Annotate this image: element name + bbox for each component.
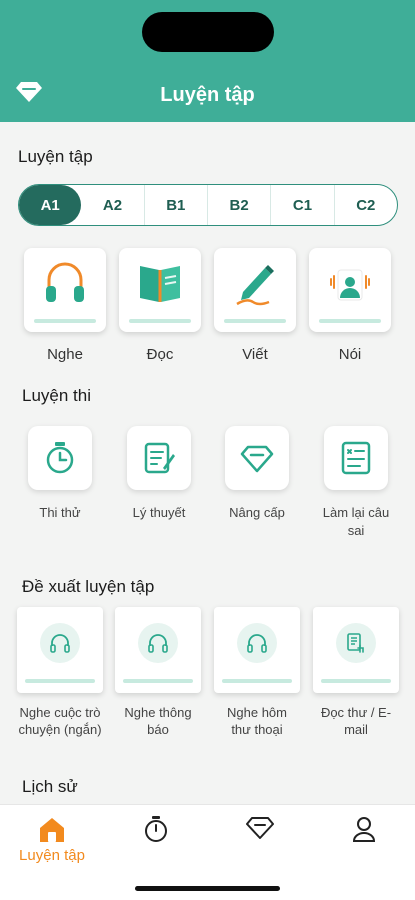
exam-label-retry-wrong: Làm lại câu sai: [322, 505, 390, 538]
progress-bar: [34, 319, 96, 323]
skill-card-listening[interactable]: [24, 248, 106, 332]
suggest-card-announcements[interactable]: [115, 607, 201, 693]
tab-practice-label: Luyện tập: [19, 847, 85, 864]
diamond-icon: [246, 817, 274, 839]
icon-circle: [40, 623, 80, 663]
progress-bar: [319, 319, 381, 323]
exam-card-mock-test[interactable]: [28, 426, 92, 490]
skill-label-speaking: Nói: [338, 346, 362, 363]
headphones-icon: [46, 262, 84, 302]
progress-bar: [321, 679, 391, 683]
speaker-person-icon: [330, 269, 370, 301]
skill-label-reading: Đọc: [146, 346, 174, 363]
level-tab-a2[interactable]: A2: [81, 185, 145, 225]
suggest-section-title: Đề xuất luyện tập: [22, 577, 155, 596]
tab-profile[interactable]: [324, 815, 404, 843]
home-icon: [40, 818, 64, 842]
level-tab-b2[interactable]: B2: [208, 185, 272, 225]
tab-upgrade[interactable]: [220, 815, 300, 841]
suggest-label-short-conversation: Nghe cuộc trò chuyện (ngắn): [18, 705, 102, 737]
exam-card-retry-wrong[interactable]: [324, 426, 388, 490]
icon-circle: [138, 623, 178, 663]
checklist-icon: [341, 441, 371, 475]
level-tab-c1[interactable]: C1: [271, 185, 335, 225]
stopwatch-icon: [46, 442, 74, 474]
progress-bar: [123, 679, 193, 683]
headphones-icon: [50, 634, 70, 653]
suggest-label-voicemail: Nghe hôm thư thoại: [227, 705, 287, 737]
level-tab-b1[interactable]: B1: [145, 185, 208, 225]
level-tab-c2[interactable]: C2: [335, 185, 397, 225]
device-notch: [142, 12, 274, 52]
suggest-card-email[interactable]: [313, 607, 399, 693]
headphones-icon: [247, 634, 267, 653]
document-touch-icon: [347, 633, 364, 653]
exam-card-theory[interactable]: [127, 426, 191, 490]
pen-icon: [236, 265, 274, 306]
exam-label-upgrade: Nâng cấp: [229, 505, 285, 520]
progress-bar: [129, 319, 191, 323]
profile-icon: [352, 817, 376, 842]
suggest-label-announcements: Nghe thông báo: [124, 705, 192, 737]
progress-bar: [224, 319, 286, 323]
suggest-card-voicemail[interactable]: [214, 607, 300, 693]
progress-bar: [222, 679, 292, 683]
skill-card-writing[interactable]: [214, 248, 296, 332]
book-icon: [140, 266, 180, 302]
skill-label-listening: Nghe: [47, 346, 83, 363]
suggest-card-short-conversation[interactable]: [17, 607, 103, 693]
level-selector: A1 A2 B1 B2 C1 C2: [18, 184, 398, 226]
skill-card-reading[interactable]: [119, 248, 201, 332]
exam-label-mock-test: Thi thử: [39, 505, 81, 520]
notes-icon: [144, 442, 175, 474]
tab-practice[interactable]: Luyện tập: [12, 815, 92, 864]
skill-card-speaking[interactable]: [309, 248, 391, 332]
suggest-label-email: Đọc thư / E-mail: [320, 705, 392, 737]
exam-label-theory: Lý thuyết: [132, 505, 186, 520]
history-section-title: Lịch sử: [22, 777, 78, 796]
skill-label-writing: Viết: [242, 346, 268, 363]
page-title: Luyện tập: [160, 84, 255, 106]
exam-section-title: Luyện thi: [22, 386, 91, 405]
home-indicator: [135, 886, 280, 891]
practice-section-title: Luyện tập: [18, 147, 93, 166]
icon-circle: [237, 623, 277, 663]
progress-bar: [25, 679, 95, 683]
stopwatch-icon: [145, 816, 167, 842]
diamond-icon: [240, 445, 274, 473]
app-header: Luyện tập: [0, 0, 415, 122]
level-tab-a1[interactable]: A1: [19, 185, 82, 225]
headphones-icon: [148, 634, 168, 653]
tab-timer[interactable]: [116, 815, 196, 843]
icon-circle: [336, 623, 376, 663]
exam-card-upgrade[interactable]: [225, 426, 289, 490]
